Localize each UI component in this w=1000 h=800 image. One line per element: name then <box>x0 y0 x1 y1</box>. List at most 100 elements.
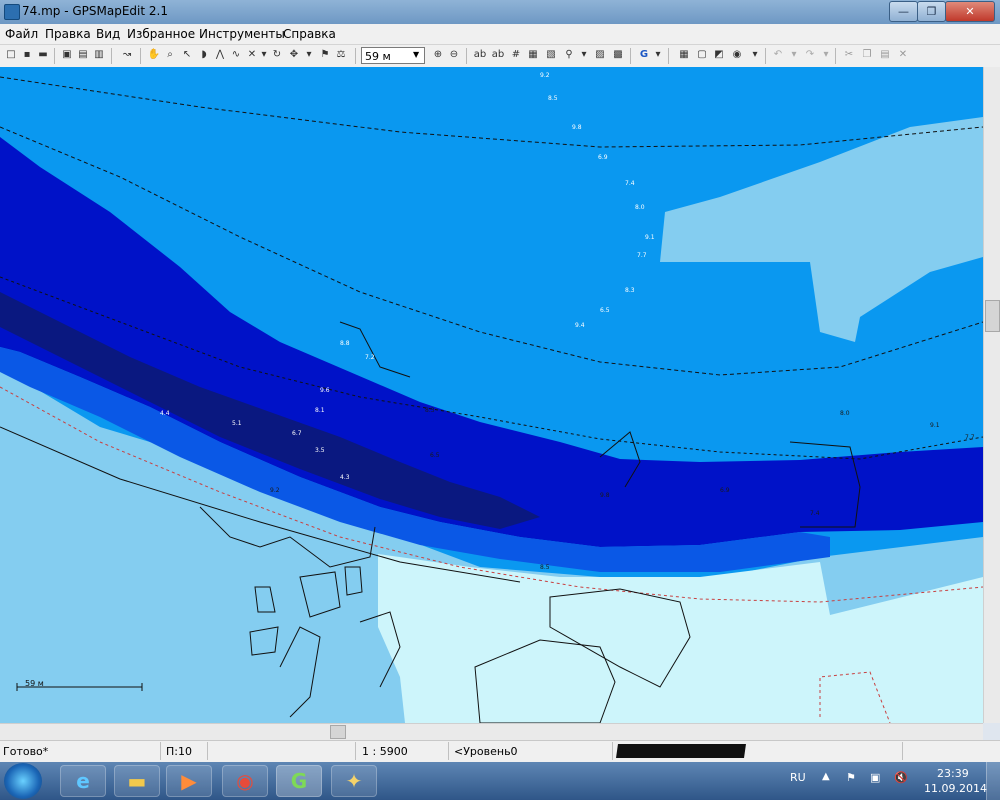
vertical-scrollbar[interactable] <box>983 67 1000 723</box>
depth-sounding-label[interactable]: 7.4 <box>810 510 820 517</box>
route-icon[interactable]: ⚲ <box>562 48 576 62</box>
save-icon[interactable]: ▪ <box>20 48 34 62</box>
hatch-icon[interactable]: ▦ <box>526 48 540 62</box>
depth-sounding-label[interactable]: 9.8 <box>600 492 610 499</box>
open-folder-icon[interactable]: ▬ <box>36 48 50 62</box>
clock-time[interactable]: 23:39 <box>937 767 969 780</box>
ruler-icon[interactable]: ⚖ <box>334 48 348 62</box>
redo-icon[interactable]: ↷ <box>803 48 817 62</box>
menu-file[interactable]: Файл <box>5 27 38 41</box>
depth-sounding-label[interactable]: 8.5 <box>548 95 558 102</box>
depth-sounding-label[interactable]: 7.7 <box>637 252 647 259</box>
maximize-button[interactable]: ❐ <box>917 1 946 22</box>
properties-icon[interactable]: ▥ <box>92 48 106 62</box>
depth-sounding-label[interactable]: 6.9 <box>720 487 730 494</box>
labels-icon[interactable]: ab <box>473 48 487 62</box>
depth-sounding-label[interactable]: 8.3 <box>625 287 635 294</box>
depth-sounding-label[interactable]: 3.5 <box>315 447 325 454</box>
chevron-down-icon[interactable]: ▼ <box>413 50 419 59</box>
import-icon[interactable]: ▣ <box>60 48 74 62</box>
action-center-icon[interactable]: ⚑ <box>846 771 856 784</box>
chevron-down-icon[interactable]: ▾ <box>787 48 801 62</box>
folder-icon[interactable]: ▬ <box>114 765 160 797</box>
raster-icon[interactable]: ▦ <box>677 48 691 62</box>
move-icon[interactable]: ✥ <box>287 48 301 62</box>
chevron-down-icon[interactable]: ▾ <box>257 48 271 62</box>
draw-line-icon[interactable]: ⋀ <box>213 48 227 62</box>
export-icon[interactable]: ▤ <box>76 48 90 62</box>
depth-sounding-label[interactable]: 9.8 <box>572 124 582 131</box>
page-icon[interactable]: ▢ <box>695 48 709 62</box>
chevron-down-icon[interactable]: ▾ <box>302 48 316 62</box>
depth-sounding-label[interactable]: 9.6 <box>320 387 330 394</box>
depth-sounding-label[interactable]: 8.8 <box>340 340 350 347</box>
chevron-down-icon[interactable]: ▾ <box>577 48 591 62</box>
menu-edit[interactable]: Правка <box>45 27 91 41</box>
rotate-icon[interactable]: ↻ <box>270 48 284 62</box>
edit-node-icon[interactable]: ◗ <box>197 48 211 62</box>
depth-sounding-label[interactable]: 9.4 <box>575 322 585 329</box>
map-svg[interactable]: 59 м 9.2 8.5 9.8 6.9 7.4 8.0 9.1 7.7 8.3 6.5 9.4 8.… <box>0 67 983 723</box>
select-tool-icon[interactable]: ↖ <box>180 48 194 62</box>
chevron-down-icon[interactable]: ▾ <box>748 48 762 62</box>
show-desktop-button[interactable] <box>986 762 1000 800</box>
depth-sounding-label[interactable]: 8.3 <box>425 407 435 414</box>
depth-sounding-label[interactable]: 8.0 <box>840 410 850 417</box>
depth-sounding-label[interactable]: 8.5 <box>540 564 550 571</box>
start-button[interactable] <box>4 763 42 799</box>
photo-icon[interactable]: ▩ <box>611 48 625 62</box>
vertical-scroll-thumb[interactable] <box>985 300 1000 332</box>
undo-icon[interactable]: ↶ <box>771 48 785 62</box>
zoom-out-icon[interactable]: ⊖ <box>447 48 461 62</box>
layers-icon[interactable]: ▨ <box>593 48 607 62</box>
depth-sounding-label[interactable]: 7.4 <box>625 180 635 187</box>
transparency-icon[interactable]: ▧ <box>544 48 558 62</box>
draw-polyline-icon[interactable]: ∿ <box>229 48 243 62</box>
depth-sounding-label[interactable]: 6.7 <box>292 430 302 437</box>
close-button[interactable]: ✕ <box>945 1 995 22</box>
depth-sounding-label[interactable]: 9.1 <box>930 422 940 429</box>
grid-icon[interactable]: # <box>509 48 523 62</box>
chevron-down-icon[interactable]: ▾ <box>651 48 665 62</box>
menu-help[interactable]: Справка <box>283 27 336 41</box>
map-viewer-icon[interactable]: ✦ <box>331 765 377 797</box>
depth-sounding-label[interactable]: 6.5 <box>430 452 440 459</box>
depth-sounding-label[interactable]: 8.0 <box>635 204 645 211</box>
depth-sounding-label[interactable]: 8.1 <box>315 407 325 414</box>
gps-icon[interactable]: ◉ <box>730 48 744 62</box>
clock-date[interactable]: 11.09.2014 <box>924 782 987 795</box>
depth-sounding-label[interactable]: 9.1 <box>645 234 655 241</box>
gpsmapedit-icon[interactable]: G <box>276 765 322 797</box>
paste-icon[interactable]: ▤ <box>878 48 892 62</box>
depth-sounding-label[interactable]: 7.2 <box>365 354 375 361</box>
menu-tools[interactable]: Инструменты <box>199 27 285 41</box>
menu-favorites[interactable]: Избранное <box>127 27 195 41</box>
chevron-down-icon[interactable]: ▾ <box>819 48 833 62</box>
volume-icon[interactable]: 🔇 <box>894 771 908 784</box>
cut-icon[interactable]: ✂ <box>842 48 856 62</box>
depth-sounding-label[interactable]: 9.2 <box>540 72 550 79</box>
zoom-in-icon[interactable]: ⊕ <box>431 48 445 62</box>
internet-explorer-icon[interactable]: e <box>60 765 106 797</box>
dem-icon[interactable]: ◩ <box>712 48 726 62</box>
minimize-button[interactable]: — <box>889 1 918 22</box>
copy-icon[interactable]: ❐ <box>860 48 874 62</box>
horizontal-scrollbar[interactable] <box>0 723 983 740</box>
tray-expand-icon[interactable]: ▲ <box>822 771 830 782</box>
depth-sounding-label[interactable]: 9.2 <box>270 487 280 494</box>
waypoint-icon[interactable]: ⚑ <box>318 48 332 62</box>
depth-sounding-label[interactable]: 6.5 <box>600 307 610 314</box>
menu-view[interactable]: Вид <box>96 27 120 41</box>
chrome-icon[interactable]: ◉ <box>222 765 268 797</box>
labels-alt-icon[interactable]: ab <box>491 48 505 62</box>
network-icon[interactable]: ▣ <box>870 771 880 784</box>
new-file-icon[interactable]: □ <box>4 48 18 62</box>
delete-icon[interactable]: ✕ <box>896 48 910 62</box>
depth-sounding-label[interactable]: 4.3 <box>340 474 350 481</box>
zoom-tool-icon[interactable]: ⌕ <box>163 48 177 62</box>
horizontal-scroll-thumb[interactable] <box>330 725 346 739</box>
track-icon[interactable]: ↝ <box>120 48 134 62</box>
depth-sounding-label[interactable]: 6.9 <box>598 154 608 161</box>
map-canvas[interactable]: 59 м 9.2 8.5 9.8 6.9 7.4 8.0 9.1 7.7 8.3 6.5 9.4 8.… <box>0 67 983 723</box>
depth-sounding-label[interactable]: 4.4 <box>160 410 170 417</box>
